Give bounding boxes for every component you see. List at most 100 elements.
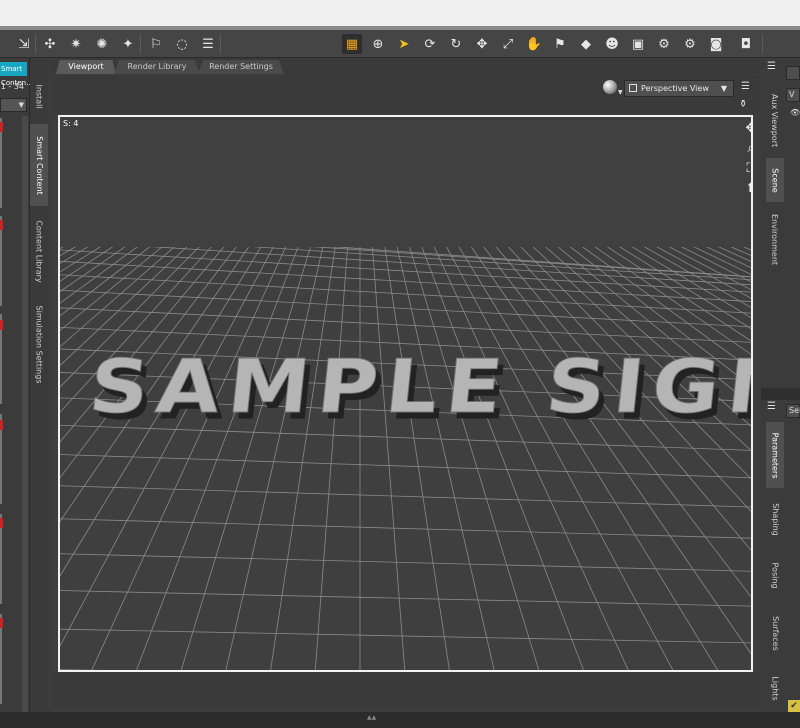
grid-line	[60, 241, 133, 293]
grid-line	[180, 241, 313, 670]
align-icon[interactable]: ☰	[198, 34, 218, 54]
flag-icon	[0, 220, 3, 230]
camera-icon	[629, 84, 637, 92]
toolbar-separator	[140, 34, 141, 54]
frame-nav-icon[interactable]: ⛶	[743, 161, 751, 177]
translate-tool-icon[interactable]: ⟳	[420, 34, 440, 54]
pane-menu-icon[interactable]: ☰	[767, 402, 779, 412]
render-settings-icon[interactable]: ⚙	[654, 34, 674, 54]
left-tab-strip: Install Smart Content Content Library Si…	[30, 58, 48, 718]
grid-line	[60, 240, 751, 286]
zoom-nav-icon[interactable]: ⌕	[743, 141, 751, 157]
grid-line	[491, 241, 751, 551]
chevron-down-icon: ▼	[720, 84, 727, 93]
tab-scene[interactable]: Scene	[766, 158, 784, 202]
smart-content-pane: Smart Conten... 1 - 34 ▼	[0, 58, 33, 718]
view-camera-select[interactable]: Perspective View ▼	[624, 80, 734, 97]
main-toolbar: ⇲ ✣ ✷ ✺ ✦ ⚐ ◌ ☰ ▦ ⊕ ➤ ⟳ ↻ ✥ ⤢ ✋ ⚑ ◆ ☻ ▣ ⚙ ⚙ ◙ ◘	[0, 30, 800, 58]
status-bar: ▲▲	[0, 712, 800, 728]
flag-icon	[0, 420, 3, 430]
point-light-icon[interactable]: ✺	[92, 34, 112, 54]
right-pane-rail: ☰ V 👁 Aux Viewport Scene Environment ☰ S…	[761, 58, 800, 718]
grid-line	[91, 241, 289, 670]
tab-install[interactable]: Install	[30, 72, 48, 120]
category-dropdown[interactable]: ▼	[0, 98, 27, 112]
distant-light-icon[interactable]: ✦	[118, 34, 138, 54]
region-navigator-icon[interactable]: ◌	[172, 34, 192, 54]
camera-tool-icon[interactable]: ▣	[628, 34, 648, 54]
move-tool-icon[interactable]: ✥	[472, 34, 492, 54]
grid-line	[407, 241, 540, 670]
scale-tool-icon[interactable]: ⤢	[498, 34, 518, 54]
tab-render-settings[interactable]: Render Settings	[198, 60, 284, 74]
universal-tool-icon[interactable]: ⊕	[368, 34, 388, 54]
tab-surfaces[interactable]: Surfaces	[766, 606, 784, 660]
grid-line	[479, 241, 751, 598]
visibility-eye-icon[interactable]: 👁	[790, 108, 800, 117]
tab-smart-content[interactable]: Smart Content	[30, 124, 48, 206]
pan-nav-icon[interactable]: ✥	[743, 121, 751, 137]
grid-line	[60, 241, 97, 264]
center-tab-bar: Viewport Render Library Render Settings	[50, 58, 760, 74]
grid-line	[60, 241, 73, 250]
tab-lights[interactable]: Lights	[766, 664, 784, 712]
viewport-footer	[53, 672, 759, 708]
spot-light-icon[interactable]: ✷	[66, 34, 86, 54]
fps-readout: S: 4	[63, 119, 79, 128]
viewport-menu-icon[interactable]: ☰	[741, 82, 753, 92]
rotate-tool-icon[interactable]: ↻	[446, 34, 466, 54]
viewport-grid-icon[interactable]: ▦	[342, 34, 362, 54]
select-figure-icon[interactable]: ⇲	[14, 34, 34, 54]
grid-line	[60, 241, 265, 577]
toolbar-separator	[762, 34, 763, 54]
node-selection-icon[interactable]: ➤	[394, 34, 414, 54]
sign-text: SAMPLE SIGN	[85, 344, 753, 430]
grid-line	[719, 241, 751, 256]
camera-cube-icon[interactable]: ⚱	[739, 100, 751, 110]
tab-content-library[interactable]: Content Library	[30, 210, 48, 292]
tab-posing[interactable]: Posing	[766, 550, 784, 600]
surface-selection-icon[interactable]: ◆	[576, 34, 596, 54]
toolbar-separator	[220, 34, 221, 54]
3d-viewport-canvas[interactable]: S: 4 ✥ ⌕ ⛶ ⬆ SAMPLE SIGN SAMPLE SIGN	[58, 115, 753, 672]
content-header-label[interactable]: Smart Conten...	[0, 62, 33, 87]
grid-line	[60, 518, 751, 539]
scene-filter-input[interactable]: V	[786, 88, 800, 102]
camera-add-icon[interactable]: ⚐	[146, 34, 166, 54]
active-pose-icon[interactable]: ✋	[524, 34, 544, 54]
grid-line	[695, 241, 751, 269]
checkbox-icon[interactable]: ✔	[788, 700, 800, 712]
tab-parameters[interactable]: Parameters	[766, 422, 784, 488]
render-camera-icon[interactable]: ◙	[706, 34, 726, 54]
iray-settings-icon[interactable]: ⚙	[680, 34, 700, 54]
pane-options-button[interactable]	[786, 66, 800, 80]
draw-style-sphere-icon[interactable]	[603, 80, 617, 94]
sky-background	[60, 117, 751, 247]
grid-line	[60, 241, 181, 348]
tab-aux-viewport[interactable]: Aux Viewport	[766, 84, 784, 156]
title-strip	[0, 0, 800, 30]
grid-line	[60, 241, 109, 273]
tab-environment[interactable]: Environment	[766, 206, 784, 272]
grid-line	[743, 241, 751, 246]
splitter-grip-icon[interactable]: ▲▲	[367, 715, 383, 721]
item-range-label: 1 - 34	[0, 82, 24, 91]
orbit-nav-icon[interactable]: ⬆	[743, 181, 751, 197]
grid-line	[60, 241, 241, 479]
grid-line	[455, 241, 719, 670]
select-box[interactable]: Sel	[786, 404, 800, 418]
content-scrollbar[interactable]	[22, 116, 28, 716]
tab-render-library[interactable]: Render Library	[114, 60, 200, 74]
grid-line	[419, 241, 584, 670]
tab-shaping[interactable]: Shaping	[766, 494, 784, 544]
render-icon[interactable]: ◘	[736, 34, 756, 54]
joint-editor-icon[interactable]: ✣	[40, 34, 60, 54]
pane-menu-icon[interactable]: ☰	[767, 62, 779, 72]
figure-shape-icon[interactable]: ☻	[602, 34, 622, 54]
power-pose-icon[interactable]: ⚑	[550, 34, 570, 54]
tab-viewport[interactable]: Viewport	[56, 60, 116, 74]
pane-divider[interactable]	[761, 388, 800, 400]
tab-simulation-settings[interactable]: Simulation Settings	[30, 296, 48, 392]
view-camera-label: Perspective View	[641, 84, 709, 93]
grid-line	[60, 454, 751, 479]
